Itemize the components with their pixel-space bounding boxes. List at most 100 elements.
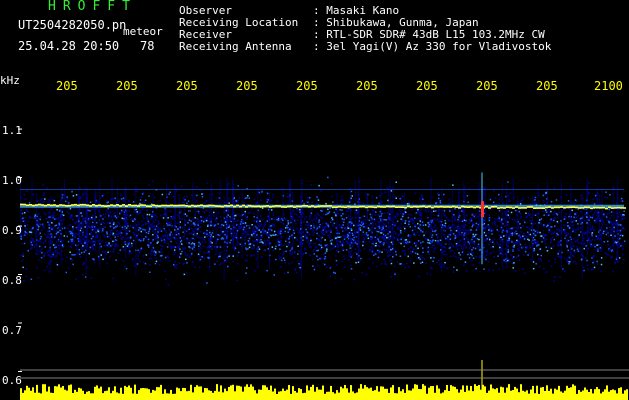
noise-speckle xyxy=(519,223,521,225)
carrier-segment xyxy=(140,204,143,206)
noise-speckle xyxy=(39,218,41,221)
noise-speckle xyxy=(355,225,358,228)
noise-speckle xyxy=(500,240,502,242)
noise-speckle xyxy=(557,222,559,224)
noise-speckle xyxy=(588,239,591,241)
noise-speckle xyxy=(245,225,248,227)
noise-speckle xyxy=(413,262,415,264)
noise-speckle xyxy=(327,234,329,237)
noise-speckle xyxy=(142,217,145,219)
noise-speckle xyxy=(280,218,282,221)
noise-speckle xyxy=(568,263,570,265)
noise-speckle xyxy=(307,238,309,241)
noise-speckle xyxy=(267,214,269,217)
x-tick-label: 205 xyxy=(116,79,138,93)
noise-speckle xyxy=(150,257,152,260)
amplitude-bar xyxy=(448,391,450,400)
noise-speckle xyxy=(590,229,592,231)
noise-speckle xyxy=(170,223,172,225)
noise-speckle xyxy=(510,233,512,236)
noise-speckle xyxy=(244,222,247,224)
noise-speckle xyxy=(90,277,93,279)
noise-speckle xyxy=(59,214,62,217)
noise-speckle xyxy=(285,240,287,242)
noise-speckle xyxy=(453,246,455,248)
noise-speckle xyxy=(262,232,264,234)
noise-speckle xyxy=(550,201,553,203)
noise-speckle xyxy=(605,191,607,193)
noise-speckle xyxy=(510,211,513,214)
noise-speckle xyxy=(498,235,501,237)
noise-speckle xyxy=(193,222,196,225)
noise-speckle xyxy=(187,254,189,256)
noise-speckle xyxy=(150,217,153,220)
noise-speckle xyxy=(419,220,421,222)
carrier-segment xyxy=(290,205,293,207)
noise-speckle xyxy=(493,251,495,253)
noise-speckle xyxy=(253,244,255,247)
noise-speckle xyxy=(252,254,255,256)
noise-speckle xyxy=(26,210,28,212)
noise-speckle xyxy=(310,239,312,242)
noise-speckle xyxy=(452,244,454,247)
noise-streak xyxy=(94,190,96,216)
noise-speckle xyxy=(449,232,452,235)
carrier-segment xyxy=(533,207,536,209)
noise-speckle xyxy=(574,213,576,215)
noise-speckle xyxy=(243,226,245,229)
amplitude-bar xyxy=(398,387,400,400)
noise-speckle xyxy=(590,240,593,242)
amplitude-bar xyxy=(578,390,580,400)
noise-speckle xyxy=(347,259,350,261)
amplitude-bar xyxy=(334,393,336,400)
noise-speckle xyxy=(196,218,198,221)
noise-speckle xyxy=(163,227,165,230)
amplitude-bar xyxy=(34,392,36,400)
noise-speckle xyxy=(449,225,451,227)
noise-speckle xyxy=(171,232,173,235)
noise-speckle xyxy=(492,246,494,248)
amplitude-bar xyxy=(188,390,190,400)
noise-speckle xyxy=(503,217,505,220)
noise-speckle xyxy=(82,274,84,276)
noise-speckle xyxy=(454,235,457,237)
carrier-segment xyxy=(419,205,422,208)
noise-speckle xyxy=(389,254,392,256)
noise-speckle xyxy=(343,238,346,240)
noise-speckle xyxy=(206,217,208,219)
noise-speckle xyxy=(198,259,201,262)
noise-speckle xyxy=(320,236,322,239)
noise-speckle xyxy=(438,208,440,210)
noise-speckle xyxy=(311,259,314,261)
noise-speckle xyxy=(100,227,102,229)
noise-speckle xyxy=(244,242,247,245)
noise-speckle xyxy=(435,202,437,205)
noise-speckle xyxy=(516,242,518,245)
noise-speckle xyxy=(263,232,266,234)
amplitude-bar xyxy=(378,391,380,400)
noise-speckle xyxy=(352,245,354,247)
noise-speckle xyxy=(426,217,429,219)
noise-speckle xyxy=(248,225,250,227)
noise-speckle xyxy=(208,234,210,237)
noise-speckle xyxy=(100,196,103,198)
noise-speckle xyxy=(247,231,249,233)
noise-speckle xyxy=(47,202,49,205)
noise-speckle xyxy=(163,241,166,244)
noise-speckle xyxy=(193,244,196,246)
noise-speckle xyxy=(184,247,186,249)
noise-speckle xyxy=(340,225,343,227)
noise-speckle xyxy=(475,222,478,225)
noise-speckle xyxy=(117,221,119,223)
noise-speckle xyxy=(484,240,486,242)
noise-speckle xyxy=(200,216,202,218)
noise-speckle xyxy=(602,232,605,234)
noise-speckle xyxy=(297,260,299,263)
noise-speckle xyxy=(232,255,234,257)
noise-speckle xyxy=(623,190,625,193)
noise-speckle xyxy=(507,259,509,262)
noise-speckle xyxy=(128,215,130,218)
noise-speckle xyxy=(205,209,208,212)
noise-speckle xyxy=(577,239,579,241)
noise-speckle xyxy=(589,242,591,245)
